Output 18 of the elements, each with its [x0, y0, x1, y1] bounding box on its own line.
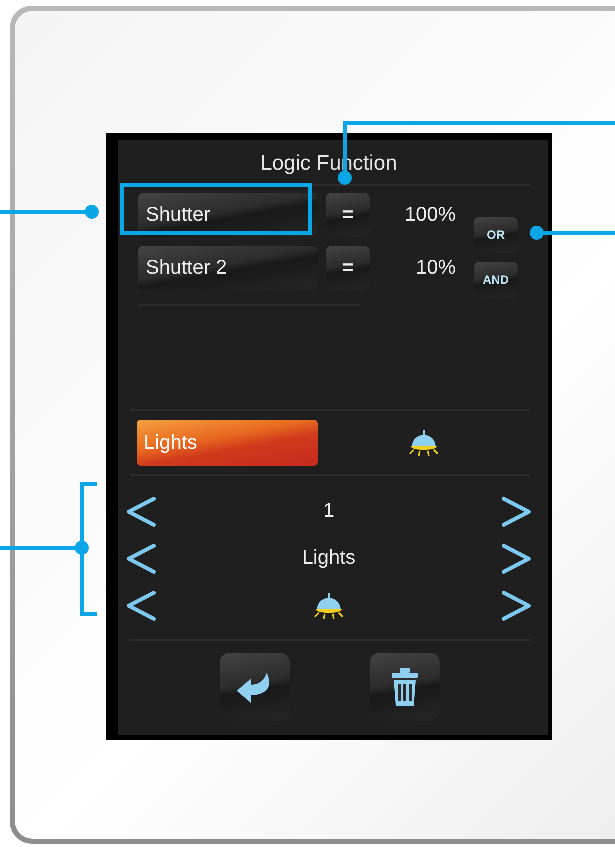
chevron-left-icon[interactable]: [124, 494, 158, 528]
logic-operator-button[interactable]: AND: [474, 262, 518, 298]
selector-value: Lights: [302, 547, 356, 570]
chevron-right-icon[interactable]: [500, 542, 534, 576]
chevron-right-icon[interactable]: [500, 588, 534, 622]
chevron-left-icon[interactable]: [124, 542, 158, 576]
chevron-right-icon[interactable]: [500, 494, 534, 528]
condition-value: 10%: [414, 256, 456, 280]
operator-button[interactable]: =: [326, 193, 370, 237]
delete-button[interactable]: [370, 653, 440, 721]
logic-operator-button[interactable]: OR: [474, 217, 518, 253]
trash-icon: [390, 667, 420, 707]
operator-button[interactable]: =: [326, 246, 370, 290]
back-button[interactable]: [220, 653, 290, 721]
condition-value: 100%: [404, 204, 456, 226]
selector-value: 1: [323, 500, 335, 523]
condition-object-button[interactable]: Shutter 2: [138, 246, 318, 290]
chevron-left-icon[interactable]: [124, 588, 158, 622]
